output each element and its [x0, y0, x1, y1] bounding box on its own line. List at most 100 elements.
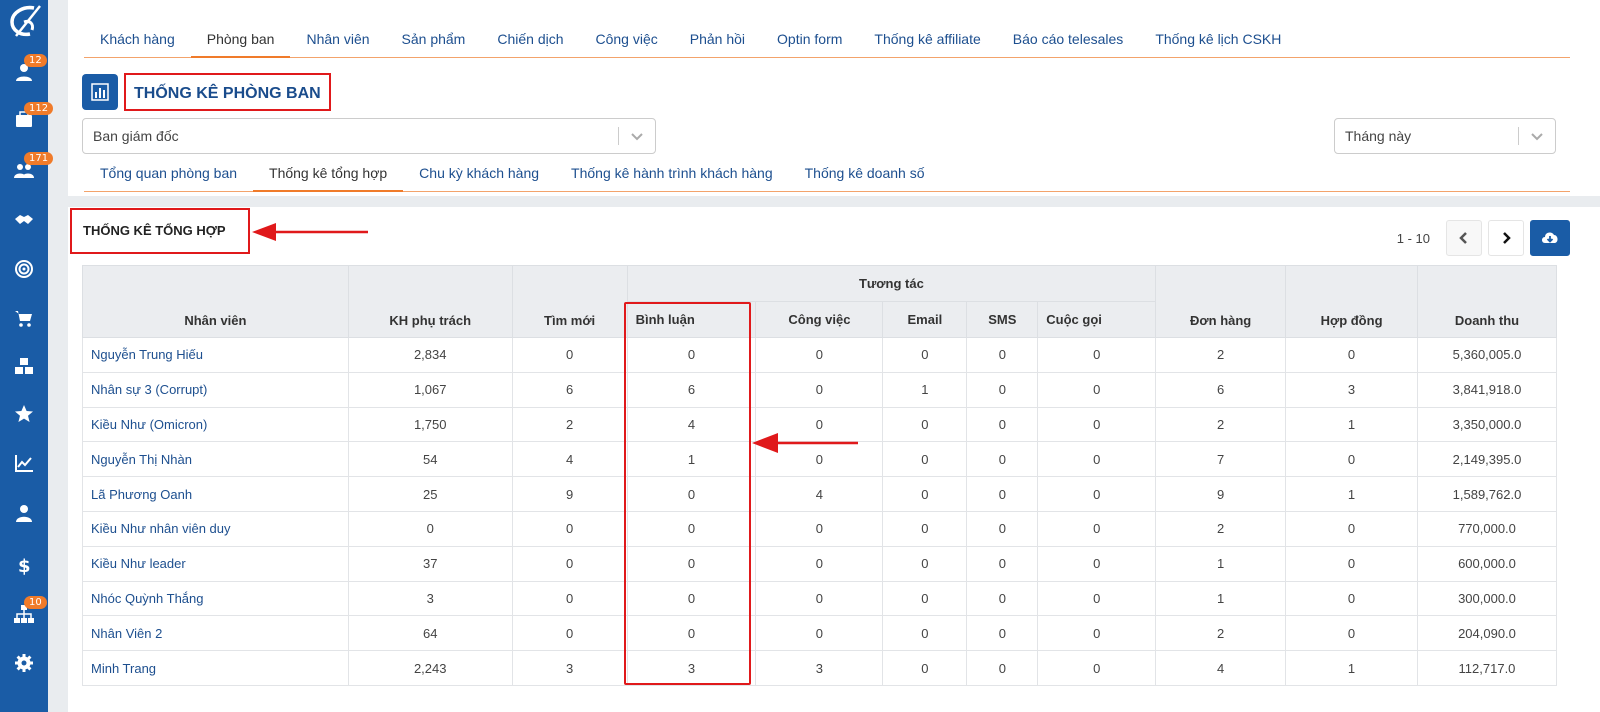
subtab-3[interactable]: Thống kê hành trình khách hàng	[555, 154, 789, 192]
table-cell: 3,841,918.0	[1416, 371, 1558, 408]
table-cell: 0	[966, 406, 1039, 443]
sidebar: 12 112 171 $ 10	[0, 0, 54, 712]
table-cell: 0	[882, 476, 968, 512]
table-cell: 0	[966, 337, 1039, 373]
col-header-task[interactable]: Công việc	[755, 301, 884, 338]
table-cell: 25	[347, 476, 513, 512]
tab-5[interactable]: Công việc	[580, 20, 674, 58]
table-cell: 0	[1037, 476, 1157, 512]
table-cell: 0	[755, 580, 884, 617]
subtab-2[interactable]: Chu kỳ khách hàng	[403, 154, 555, 192]
svg-text:$: $	[18, 556, 31, 575]
table-cell: 112,717.0	[1416, 650, 1558, 686]
inbox-badge: 112	[24, 102, 54, 115]
stats-icon-button[interactable]	[82, 74, 118, 110]
table-cell: 6	[626, 371, 757, 408]
table-cell: 0	[755, 371, 884, 408]
prev-page-button[interactable]	[1446, 220, 1482, 256]
employee-name-link[interactable]: Nhóc Quỳnh Thắng	[82, 580, 349, 617]
employee-name-link[interactable]: Kiều Như (Omicron)	[82, 406, 349, 443]
table-cell: 3	[626, 650, 757, 686]
col-header-contracts[interactable]: Hợp đồng	[1285, 265, 1418, 338]
table-cell: 770,000.0	[1416, 510, 1558, 547]
employee-name-link[interactable]: Nhân sự 3 (Corrupt)	[82, 371, 349, 408]
col-header-new[interactable]: Tìm mới	[511, 265, 628, 338]
table-cell: 1,067	[347, 371, 513, 408]
col-header-kh[interactable]: KH phụ trách	[347, 265, 513, 338]
table-cell: 0	[882, 580, 968, 617]
next-page-button[interactable]	[1488, 220, 1524, 256]
table-cell: 4	[1155, 650, 1287, 686]
employee-name-link[interactable]: Kiều Như leader	[82, 545, 349, 582]
subtab-4[interactable]: Thống kê doanh số	[789, 154, 941, 192]
sidebar-item-inbox[interactable]: 112	[0, 100, 54, 140]
col-header-name[interactable]: Nhân viên	[82, 265, 349, 338]
tab-3[interactable]: Sản phẩm	[386, 20, 482, 58]
table-row: Nguyễn Trung Hiếu 2,834 0 0 0 0 0 0 2 0 5,360,005.…	[82, 337, 1558, 373]
tab-1[interactable]: Phòng ban	[190, 20, 291, 58]
tab-2[interactable]: Nhân viên	[290, 20, 385, 58]
col-header-comment[interactable]: Bình luận	[626, 301, 757, 338]
table-cell: 0	[626, 580, 757, 617]
table-cell: 0	[882, 337, 968, 373]
col-header-revenue[interactable]: Doanh thu	[1416, 265, 1558, 338]
section-title: THỐNG KÊ TỔNG HỢP	[70, 208, 250, 254]
download-button[interactable]	[1530, 220, 1570, 256]
sidebar-item-favorites[interactable]	[0, 394, 48, 434]
department-select[interactable]: Ban giám đốc	[82, 118, 656, 154]
table-cell: 0	[755, 545, 884, 582]
table-cell: 0	[1037, 615, 1157, 652]
sidebar-item-staff[interactable]	[0, 493, 48, 533]
sidebar-item-deals[interactable]	[0, 200, 48, 240]
period-select[interactable]: Tháng này	[1334, 118, 1556, 154]
sidebar-item-finance[interactable]: $	[0, 545, 48, 585]
table-cell: 0	[511, 580, 628, 617]
table-cell: 0	[626, 510, 757, 547]
employee-name-link[interactable]: Nhân Viên 2	[82, 615, 349, 652]
table-cell: 1,750	[347, 406, 513, 443]
sidebar-item-groups[interactable]: 171	[0, 150, 54, 190]
sidebar-item-products[interactable]	[0, 346, 48, 386]
tab-9[interactable]: Báo cáo telesales	[997, 20, 1140, 58]
col-header-orders[interactable]: Đơn hàng	[1155, 265, 1287, 338]
table-cell: 0	[1285, 615, 1418, 652]
employee-name-link[interactable]: Minh Trang	[82, 650, 349, 686]
table-cell: 54	[347, 441, 513, 478]
table-cell: 4	[626, 406, 757, 443]
tab-10[interactable]: Thống kê lịch CSKH	[1139, 20, 1297, 58]
col-header-sms[interactable]: SMS	[966, 301, 1039, 338]
tab-7[interactable]: Optin form	[761, 20, 858, 58]
sidebar-item-contacts[interactable]: 12	[0, 52, 48, 92]
sidebar-item-orders[interactable]	[0, 298, 48, 338]
gear-icon	[15, 654, 33, 672]
table-cell: 9	[511, 476, 628, 512]
chevron-right-icon	[1503, 232, 1511, 244]
table-cell: 0	[1037, 545, 1157, 582]
target-icon	[15, 260, 33, 278]
app-logo[interactable]	[4, 2, 46, 42]
employee-name-link[interactable]: Nguyễn Trung Hiếu	[82, 337, 349, 373]
sidebar-item-org[interactable]: 10	[0, 594, 48, 634]
table-row: Kiều Như leader 37 0 0 0 0 0 0 1 0 600,000.0	[82, 545, 1558, 582]
col-header-call[interactable]: Cuộc gọi	[1037, 301, 1157, 338]
employee-name-link[interactable]: Nguyễn Thị Nhàn	[82, 441, 349, 478]
sidebar-item-reports[interactable]	[0, 443, 48, 483]
sidebar-item-campaigns[interactable]	[0, 249, 48, 289]
tab-6[interactable]: Phản hồi	[674, 20, 761, 58]
table-body: Nguyễn Trung Hiếu 2,834 0 0 0 0 0 0 2 0 5,360,005.…	[82, 337, 1558, 686]
period-select-value: Tháng này	[1345, 128, 1412, 144]
table-cell: 2	[1155, 406, 1287, 443]
tab-4[interactable]: Chiến dịch	[481, 20, 579, 58]
subtab-1[interactable]: Thống kê tổng hợp	[253, 154, 404, 192]
sidebar-item-settings[interactable]	[0, 643, 48, 683]
contacts-badge: 12	[24, 54, 47, 67]
table-cell: 0	[966, 476, 1039, 512]
tab-8[interactable]: Thống kê affiliate	[858, 20, 996, 58]
employee-name-link[interactable]: Lã Phương Oanh	[82, 476, 349, 512]
table-cell: 0	[1285, 580, 1418, 617]
groups-badge: 171	[24, 152, 54, 165]
col-header-email[interactable]: Email	[882, 301, 968, 338]
subtab-0[interactable]: Tổng quan phòng ban	[84, 154, 253, 192]
employee-name-link[interactable]: Kiều Như nhân viên duy	[82, 510, 349, 547]
tab-0[interactable]: Khách hàng	[84, 20, 191, 58]
